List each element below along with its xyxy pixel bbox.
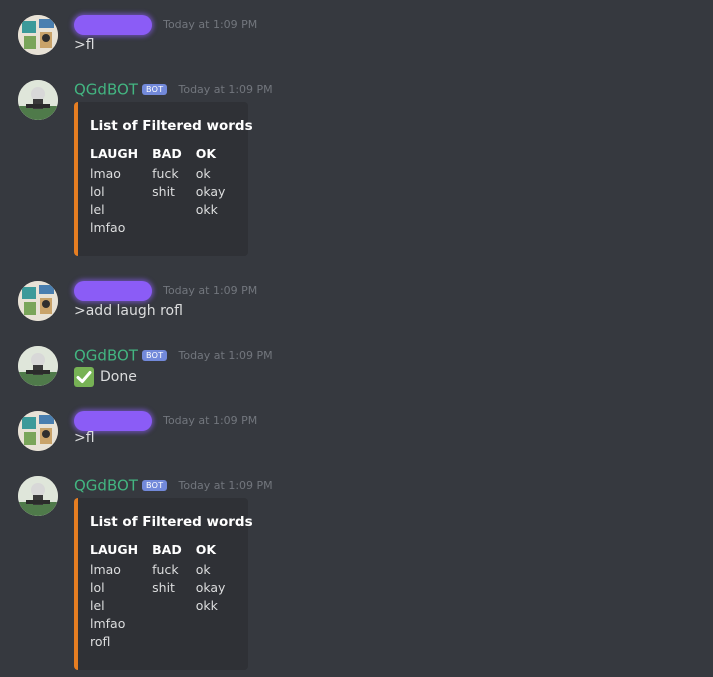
message-text: Done [100, 369, 137, 385]
message: Today at 1:09 PM >fl [0, 410, 713, 452]
field-value: lol [90, 580, 105, 595]
field-value: fuck [152, 166, 179, 181]
embed: List of Filtered words LAUGH lmao lol le… [74, 498, 253, 670]
redacted-username [74, 280, 152, 301]
bot-badge: BOT [141, 350, 168, 361]
field-value: okay [195, 184, 226, 199]
bot-username[interactable]: QGdBOT [74, 477, 138, 495]
bot-avatar[interactable] [18, 346, 58, 386]
embed-title: List of Filtered words [90, 514, 253, 530]
field-value: okk [195, 202, 218, 217]
bot-badge: BOT [141, 84, 168, 95]
message-text: >fl [74, 37, 95, 53]
embed-field-laugh: LAUGH lmao lol lel lmfao rofl [90, 542, 138, 651]
field-value: shit [152, 184, 175, 199]
field-name: LAUGH [90, 146, 139, 161]
field-value: okay [195, 580, 226, 595]
message-header: Today at 1:09 PM [74, 14, 258, 35]
redacted-username [74, 14, 152, 35]
message-header: QGdBOT BOT Today at 1:09 PM [74, 79, 273, 99]
field-value: lel [90, 598, 105, 613]
embed: List of Filtered words LAUGH lmao lol le… [74, 102, 253, 256]
redacted-username [74, 410, 152, 431]
bot-avatar[interactable] [18, 80, 58, 120]
check-mark-icon [74, 367, 94, 387]
field-value: shit [152, 580, 175, 595]
field-value: rofl [90, 634, 111, 649]
embed-title: List of Filtered words [90, 118, 253, 134]
field-value: okk [195, 598, 218, 613]
message-header: Today at 1:09 PM [74, 410, 258, 431]
bot-username[interactable]: QGdBOT [74, 81, 138, 99]
field-name: LAUGH [90, 542, 139, 557]
embed-fields: LAUGH lmao lol lel lmfao BAD fuck shit O… [90, 146, 236, 237]
message: QGdBOT BOT Today at 1:09 PM List of Filte… [0, 79, 713, 259]
timestamp: Today at 1:09 PM [178, 349, 273, 362]
field-value: lmfao [90, 616, 126, 631]
field-value: ok [195, 166, 211, 181]
bot-avatar[interactable] [18, 476, 58, 516]
embed-field-ok: OK ok okay okk [196, 146, 226, 237]
timestamp: Today at 1:09 PM [178, 479, 273, 492]
embed-field-ok: OK ok okay okk [196, 542, 226, 651]
message-content: Done [74, 367, 137, 387]
message: Today at 1:09 PM >fl [0, 14, 713, 56]
embed-field-bad: BAD fuck shit [152, 146, 182, 237]
timestamp: Today at 1:09 PM [178, 83, 273, 96]
timestamp: Today at 1:09 PM [163, 284, 258, 297]
timestamp: Today at 1:09 PM [163, 414, 258, 427]
field-name: BAD [152, 542, 182, 557]
timestamp: Today at 1:09 PM [163, 18, 258, 31]
embed-field-laugh: LAUGH lmao lol lel lmfao [90, 146, 138, 237]
embed-fields: LAUGH lmao lol lel lmfao rofl BAD fuck s… [90, 542, 236, 651]
user-avatar[interactable] [18, 281, 58, 321]
bot-badge: BOT [141, 480, 168, 491]
field-value: lel [90, 202, 105, 217]
field-value: lmfao [90, 220, 126, 235]
message-header: QGdBOT BOT Today at 1:09 PM [74, 345, 273, 365]
message-header: QGdBOT BOT Today at 1:09 PM [74, 475, 273, 495]
message-header: Today at 1:09 PM [74, 280, 258, 301]
message: QGdBOT BOT Today at 1:09 PM Done [0, 345, 713, 389]
field-value: lmao [90, 166, 121, 181]
bot-username[interactable]: QGdBOT [74, 347, 138, 365]
message: Today at 1:09 PM >add laugh rofl [0, 280, 713, 322]
field-value: lol [90, 184, 105, 199]
message: QGdBOT BOT Today at 1:09 PM List of Filte… [0, 475, 713, 673]
field-value: ok [195, 562, 211, 577]
field-name: OK [195, 146, 217, 161]
field-name: OK [195, 542, 217, 557]
message-text: >fl [74, 430, 95, 446]
field-name: BAD [152, 146, 182, 161]
field-value: fuck [152, 562, 179, 577]
embed-field-bad: BAD fuck shit [152, 542, 182, 651]
field-value: lmao [90, 562, 121, 577]
user-avatar[interactable] [18, 15, 58, 55]
user-avatar[interactable] [18, 411, 58, 451]
message-text: >add laugh rofl [74, 303, 183, 319]
